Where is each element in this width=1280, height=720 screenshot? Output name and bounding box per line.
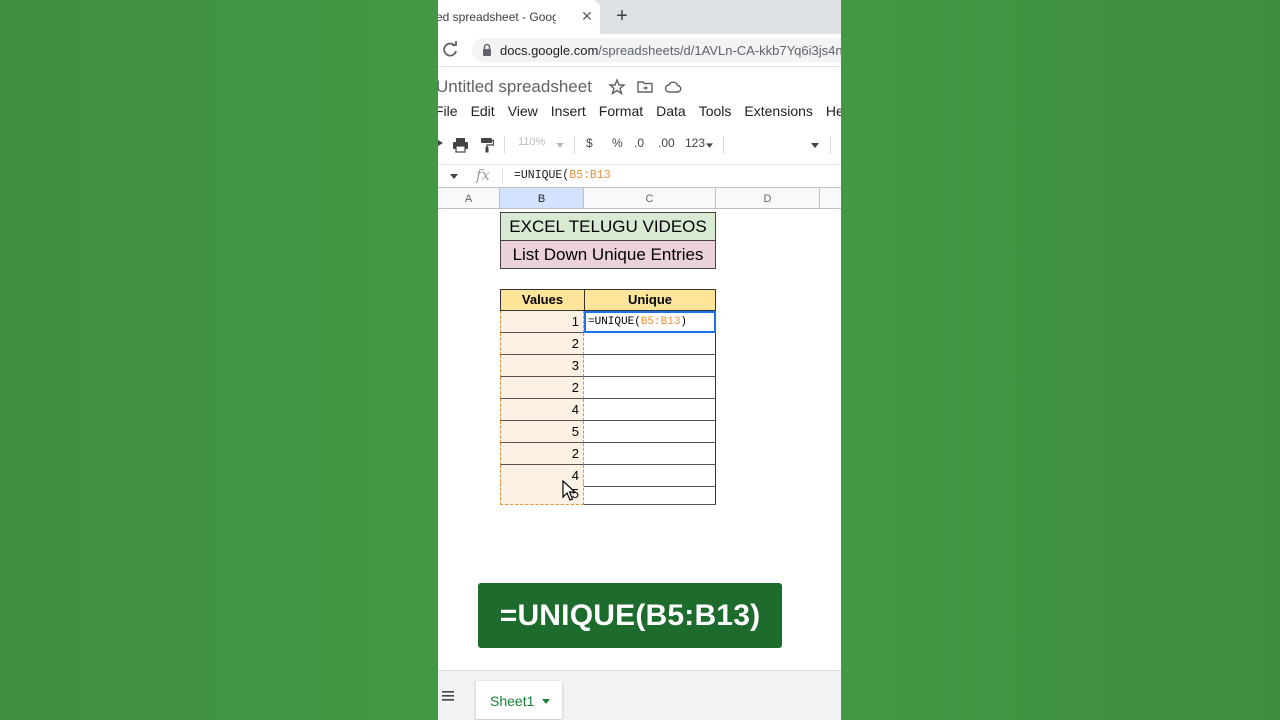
column-header-c[interactable]: C (584, 187, 716, 209)
formula-range-ref: B5:B13 (569, 169, 611, 182)
menu-extensions[interactable]: Extensions (744, 103, 812, 121)
value-cell[interactable]: 4 (500, 399, 584, 421)
column-header-b[interactable]: B (500, 187, 584, 209)
caret-down-icon[interactable] (542, 699, 550, 704)
toolbar: 110% $ % .0 .00 123 (438, 132, 841, 158)
menu-tools[interactable]: Tools (699, 103, 732, 121)
title-cell-excel-telugu[interactable]: EXCEL TELUGU VIDEOS (500, 212, 716, 241)
zoom-select[interactable]: 110% (518, 136, 545, 148)
increase-decimal-button[interactable]: .00 (658, 136, 675, 150)
browser-window: ed spreadsheet - Google Sh ✕ + docs.goog… (438, 0, 841, 720)
unique-cell[interactable] (584, 355, 716, 377)
title-cell-list-unique[interactable]: List Down Unique Entries (500, 240, 716, 269)
fx-icon: fx (476, 166, 491, 184)
url-field[interactable]: docs.google.com/spreadsheets/d/1AVLn-CA-… (472, 38, 841, 62)
value-cell[interactable]: 5 (500, 421, 584, 443)
menu-bar: File Edit View Insert Format Data Tools … (438, 103, 841, 121)
url-domain: docs.google.com (500, 43, 599, 58)
menu-data[interactable]: Data (656, 103, 686, 121)
decrease-decimal-button[interactable]: .0 (634, 136, 644, 150)
toolbar-divider (504, 136, 505, 154)
unique-cell[interactable] (584, 377, 716, 399)
chevron-down-icon (706, 143, 713, 148)
formula-banner: =UNIQUE(B5:B13) (476, 581, 784, 650)
unique-cell[interactable] (584, 421, 716, 443)
header-values[interactable]: Values (500, 289, 585, 311)
column-header-a[interactable]: A (438, 187, 500, 209)
header-unique[interactable]: Unique (584, 289, 716, 311)
toolbar-divider (574, 136, 575, 154)
value-cell[interactable]: 2 (500, 333, 584, 355)
url-text: docs.google.com/spreadsheets/d/1AVLn-CA-… (500, 43, 841, 58)
lock-icon (483, 43, 491, 56)
all-sheets-icon[interactable] (442, 691, 454, 701)
toolbar-divider (830, 136, 831, 154)
formula-bar: fx =UNIQUE(B5:B13 (438, 164, 841, 187)
tab-strip: ed spreadsheet - Google Sh ✕ + (438, 0, 841, 34)
percent-format-button[interactable]: % (612, 136, 623, 150)
chevron-down-icon (556, 143, 564, 148)
active-cell-editor[interactable]: =UNIQUE(B5:B13) (584, 311, 716, 333)
menu-help[interactable]: Help (826, 103, 841, 121)
font-select-chevron-icon[interactable] (811, 143, 819, 148)
value-cell[interactable]: 2 (500, 377, 584, 399)
menu-view[interactable]: View (508, 103, 538, 121)
value-cell[interactable]: 2 (500, 443, 584, 465)
active-formula-prefix: =UNIQUE( (588, 316, 641, 328)
column-header-e[interactable] (820, 187, 841, 209)
formula-prefix: =UNIQUE( (514, 169, 570, 182)
menu-insert[interactable]: Insert (551, 103, 586, 121)
more-formats-button[interactable]: 123 (685, 136, 705, 150)
star-icon[interactable] (608, 78, 626, 96)
unique-cell[interactable] (584, 333, 716, 355)
active-formula-ref: B5:B13 (640, 316, 681, 328)
menu-format[interactable]: Format (599, 103, 643, 121)
sheet-tab-label: Sheet1 (490, 693, 535, 709)
redo-icon[interactable] (438, 138, 444, 148)
sheet-tab-bar: Sheet1 (438, 670, 841, 720)
move-folder-icon[interactable] (636, 78, 654, 96)
value-cell[interactable]: 1 (500, 311, 584, 333)
paint-format-icon[interactable] (480, 137, 494, 153)
active-formula-suffix: ) (680, 316, 688, 328)
menu-edit[interactable]: Edit (471, 103, 495, 121)
mouse-cursor-icon (562, 480, 577, 501)
browser-tab[interactable]: ed spreadsheet - Google Sh ✕ (438, 0, 600, 34)
reload-icon[interactable] (440, 40, 460, 60)
formula-divider (502, 168, 503, 184)
column-header-d[interactable]: D (716, 187, 820, 209)
menu-file[interactable]: File (438, 103, 458, 121)
new-tab-button[interactable]: + (610, 5, 634, 29)
formula-input[interactable]: =UNIQUE(B5:B13 (514, 169, 611, 182)
value-cell[interactable]: 3 (500, 355, 584, 377)
sheet-tab-sheet1[interactable]: Sheet1 (476, 681, 562, 719)
address-bar: docs.google.com/spreadsheets/d/1AVLn-CA-… (438, 34, 841, 67)
cloud-status-icon[interactable] (664, 78, 682, 96)
unique-cell[interactable] (584, 483, 716, 505)
currency-format-button[interactable]: $ (586, 136, 593, 150)
background-left (0, 0, 438, 720)
close-icon[interactable]: ✕ (578, 7, 596, 25)
unique-cell[interactable] (584, 399, 716, 421)
tab-title: ed spreadsheet - Google Sh (438, 10, 556, 24)
background-right (841, 0, 1280, 720)
url-path: /spreadsheets/d/1AVLn-CA-kkb7Yq6i3js4n (598, 43, 841, 58)
print-icon[interactable] (452, 137, 469, 153)
name-box-chevron-icon[interactable] (450, 174, 458, 179)
unique-cell[interactable] (584, 443, 716, 465)
toolbar-divider (723, 136, 724, 154)
document-title[interactable]: Untitled spreadsheet (438, 77, 592, 97)
